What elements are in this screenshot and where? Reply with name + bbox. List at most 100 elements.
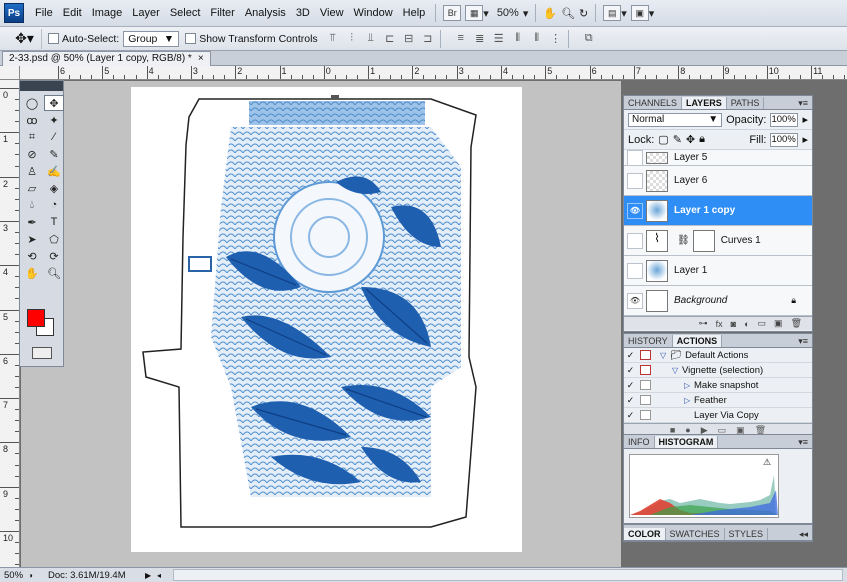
menu-window[interactable]: Window (349, 0, 398, 27)
layer-style-icon[interactable]: fx (716, 319, 723, 329)
lock-pixels-icon[interactable]: ✎ (673, 133, 682, 146)
distribute-top-icon[interactable]: ≡ (454, 32, 468, 45)
ruler-origin[interactable] (0, 66, 20, 80)
dialog-toggle[interactable] (640, 395, 651, 405)
lock-position-icon[interactable]: ✥ (686, 133, 695, 146)
crop-tool-icon[interactable]: ⌗ (22, 129, 42, 145)
action-item[interactable]: ✓ ▷ Feather (624, 393, 812, 408)
align-left-icon[interactable]: ⊏ (383, 32, 397, 45)
link-icon[interactable]: ⛓ (677, 235, 690, 246)
blur-tool-icon[interactable]: 💧︎ (22, 197, 42, 213)
dialog-toggle[interactable] (640, 380, 651, 390)
layer-mask-icon[interactable]: ◙ (731, 319, 736, 329)
dialog-toggle[interactable] (640, 365, 651, 375)
move-tool-icon[interactable]: ✥ (44, 95, 64, 111)
arrange-documents-button[interactable]: ▤ ▾ (603, 3, 627, 23)
layer-name[interactable]: Layer 5 (674, 152, 707, 163)
type-tool-icon[interactable]: T (44, 214, 64, 230)
document-tab[interactable]: 2-33.psd @ 50% (Layer 1 copy, RGB/8) * × (2, 51, 211, 66)
foreground-color-swatch[interactable] (27, 309, 45, 327)
align-bottom-icon[interactable]: ⫫ (364, 32, 378, 45)
dialog-toggle[interactable] (640, 410, 651, 420)
align-vcenter-icon[interactable]: ⫶ (345, 32, 359, 45)
collapse-icon[interactable]: ◂◂ (795, 528, 812, 540)
scroll-left-arrow[interactable]: ◂ (157, 571, 169, 580)
link-layers-icon[interactable]: ⊶ (699, 318, 708, 329)
layer-thumbnail[interactable] (646, 169, 668, 192)
3d-rotate-icon[interactable]: ⟲ (22, 248, 42, 264)
hand-tool-button[interactable]: ✋ (543, 3, 557, 23)
3d-orbit-icon[interactable]: ⟳ (44, 248, 64, 264)
bridge-button[interactable]: Br (443, 3, 462, 23)
checkmark-icon[interactable]: ✓ (624, 350, 637, 361)
show-transform-checkbox[interactable] (185, 33, 197, 44)
clone-stamp-icon[interactable]: ♙ (22, 163, 42, 179)
close-icon[interactable]: × (198, 52, 204, 66)
tab-channels[interactable]: CHANNELS (624, 97, 683, 109)
vertical-ruler[interactable]: 0123456789101 (0, 80, 20, 567)
view-extras-button[interactable]: ▦ ▾ (465, 3, 489, 23)
tab-info[interactable]: INFO (624, 436, 655, 448)
new-layer-icon[interactable]: ▣ (774, 318, 783, 329)
status-zoom[interactable]: 50% (0, 570, 28, 581)
expand-triangle-icon[interactable]: ▽ (660, 351, 670, 360)
menu-edit[interactable]: Edit (58, 0, 87, 27)
visibility-toggle[interactable] (627, 172, 643, 189)
pen-tool-icon[interactable]: ✒ (22, 214, 42, 230)
shape-tool-icon[interactable]: ⬠ (44, 231, 64, 247)
visibility-toggle[interactable] (627, 232, 643, 249)
auto-select-dropdown[interactable]: Group ▼ (123, 30, 180, 47)
visibility-toggle[interactable] (627, 149, 643, 166)
panel-menu-icon[interactable]: ▾≡ (794, 335, 812, 347)
marquee-tool-icon[interactable]: ◯ (22, 95, 42, 111)
lock-all-icon[interactable]: 🔒︎ (699, 133, 705, 146)
align-hcenter-icon[interactable]: ⊟ (402, 32, 416, 45)
quick-mask-button[interactable] (32, 347, 52, 359)
menu-image[interactable]: Image (87, 0, 128, 27)
layer-row[interactable]: Layer 6 (624, 166, 812, 196)
brush-tool-icon[interactable]: ✎ (44, 146, 64, 162)
zoom-level-dropdown[interactable]: 50% ▾ (493, 3, 529, 23)
history-brush-icon[interactable]: ✍ (44, 163, 64, 179)
checkmark-icon[interactable]: ✓ (624, 365, 637, 376)
blend-mode-dropdown[interactable]: Normal ▼ (628, 112, 723, 127)
menu-analysis[interactable]: Analysis (240, 0, 291, 27)
eyedropper-icon[interactable]: ⁄ (44, 129, 64, 145)
layer-name[interactable]: Layer 6 (674, 175, 707, 186)
layer-row[interactable]: Layer 1 (624, 256, 812, 286)
adjustment-layer-icon[interactable]: ◐ (744, 319, 749, 329)
eye-icon[interactable]: 👁︎ (627, 292, 643, 309)
checkmark-icon[interactable]: ✓ (624, 380, 637, 391)
lasso-tool-icon[interactable]: ꝏ (22, 112, 42, 128)
auto-align-layers-icon[interactable]: ⧉ (582, 32, 596, 45)
action-item[interactable]: ✓ ▽ Vignette (selection) (624, 363, 812, 378)
lock-transparency-icon[interactable]: ▢ (658, 133, 668, 146)
rotate-view-button[interactable]: ↻ (579, 3, 588, 23)
eye-icon[interactable]: 👁︎ (627, 202, 643, 219)
warning-icon[interactable]: ⚠ (763, 457, 771, 468)
layer-row[interactable]: 👁︎ Background 🔒︎ (624, 286, 812, 316)
menu-select[interactable]: Select (165, 0, 206, 27)
delete-layer-icon[interactable]: 🗑︎ (791, 318, 802, 329)
paint-bucket-icon[interactable]: ◈ (44, 180, 64, 196)
checkmark-icon[interactable]: ✓ (624, 410, 637, 421)
distribute-right-icon[interactable]: ⋮ (549, 32, 563, 45)
checkmark-icon[interactable]: ✓ (624, 395, 637, 406)
fill-input[interactable]: 100% (770, 132, 799, 147)
menu-help[interactable]: Help (398, 0, 431, 27)
layer-thumbnail[interactable] (646, 199, 668, 222)
tab-layers[interactable]: LAYERS (682, 97, 727, 109)
layer-thumbnail[interactable] (646, 289, 668, 312)
dodge-tool-icon[interactable]: ◔ (44, 197, 64, 213)
action-item[interactable]: ✓ ▷ Make snapshot (624, 378, 812, 393)
align-top-icon[interactable]: ⫪ (326, 32, 340, 45)
layer-row[interactable]: ⌇ ⛓ Curves 1 (624, 226, 812, 256)
tool-preset-picker[interactable]: ✥ ▾ (8, 28, 42, 49)
tab-styles[interactable]: STYLES (725, 528, 769, 540)
tools-panel-header[interactable] (20, 81, 63, 91)
layer-mask-thumbnail[interactable] (692, 229, 715, 252)
zoom-icon[interactable]: 🔍︎ (44, 265, 64, 281)
canvas-workspace[interactable] (21, 81, 621, 567)
dialog-toggle[interactable] (640, 350, 651, 360)
menu-layer[interactable]: Layer (127, 0, 165, 27)
